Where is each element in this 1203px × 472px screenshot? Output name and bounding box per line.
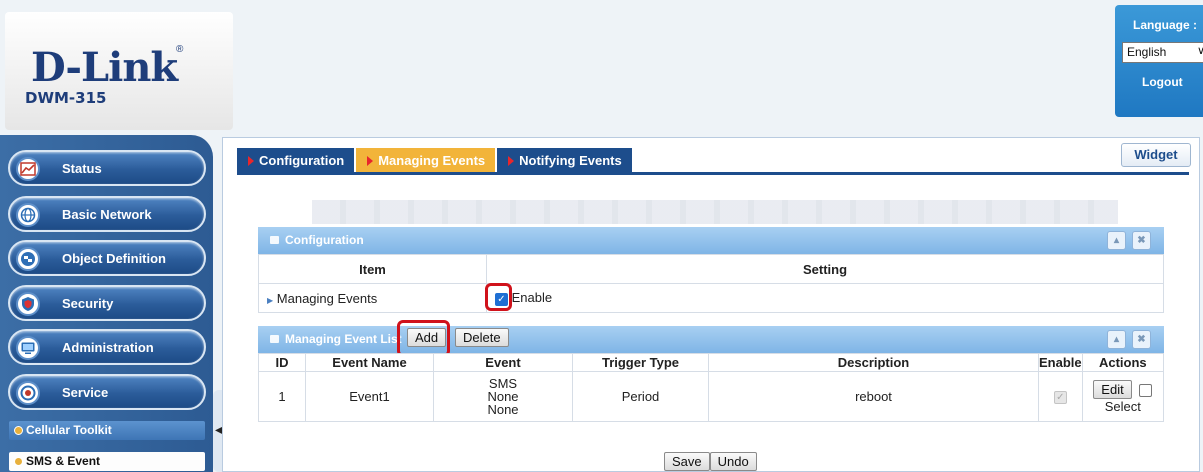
description-cell: reboot [708,371,1039,422]
tab-label: Managing Events [378,153,486,168]
object-icon [16,247,40,271]
highlight-box [397,320,450,357]
arrow-icon: ▶ [267,295,274,305]
save-button[interactable]: Save [664,452,710,471]
table-header-row: ID Event Name Event Trigger Type Descrip… [258,353,1165,372]
column-header: Item [258,254,487,284]
trigger-type-cell: Period [572,371,709,422]
undo-button[interactable]: Undo [709,452,757,471]
enable-cell: ✓ [1038,371,1083,422]
event-list-panel-header: Managing Event List Add Delete ▴ ✖ [258,326,1164,353]
tab-bar: Configuration Managing Events Notifying … [237,148,634,172]
delete-button[interactable]: Delete [455,328,509,347]
brand-logo: D-Link [31,44,178,91]
chevron-down-icon: ∨ [1196,45,1203,57]
item-cell: ▶ Managing Events [258,283,487,313]
panel-icon [270,236,279,244]
sidebar-item-label: Administration [62,340,154,355]
close-icon[interactable]: ✖ [1132,330,1151,349]
column-header: Event [433,353,573,372]
tab-arrow-icon [248,156,254,166]
column-header: Actions [1081,353,1165,372]
column-header: ID [258,353,306,372]
language-label: Language : [1132,18,1197,32]
panel-title: Configuration [285,233,364,247]
event-type: None [487,402,519,417]
column-header: Trigger Type [572,353,709,372]
column-header: Setting [486,254,1164,284]
shield-icon [16,292,40,316]
blurred-region [312,200,1118,224]
event-list-table: ID Event Name Event Trigger Type Descrip… [258,353,1165,422]
language-select[interactable]: English ∨ [1122,42,1203,63]
tab-arrow-icon [508,156,515,166]
tab-arrow-icon [367,156,374,166]
admin-icon [16,336,40,360]
sidebar-item-status[interactable]: Status [8,150,206,186]
table-row: ▶ Managing Events ✓ Enable [258,283,1164,313]
service-icon [16,381,40,405]
panel-title: Managing Event List [285,332,402,346]
chart-icon [16,157,40,181]
sidebar-item-administration[interactable]: Administration [8,329,206,365]
minimize-icon[interactable]: ▴ [1107,330,1126,349]
sidebar-item-basic-network[interactable]: Basic Network [8,196,206,232]
sidebar-item-label: Object Definition [62,251,166,266]
configuration-panel-header: Configuration ▴ ✖ [258,227,1164,254]
registered-mark: ® [176,44,184,55]
tab-managing-events[interactable]: Managing Events [356,148,496,172]
configuration-table: Item Setting ▶ Managing Events ✓ Enable [258,254,1164,313]
bullet-icon [14,457,23,466]
tab-notifying-events[interactable]: Notifying Events [497,148,632,172]
column-header: Enable [1038,353,1083,372]
globe-icon [16,203,40,227]
language-panel: Language : English ∨ Logout [1115,5,1203,117]
close-icon[interactable]: ✖ [1132,231,1151,250]
bullet-icon [14,426,23,435]
tab-label: Configuration [259,153,345,168]
save-bar: Save Undo [664,452,757,471]
sidebar-item-label: Basic Network [62,207,152,222]
language-selected-value: English [1127,45,1167,59]
highlight-box [485,283,512,311]
select-label: Select [1104,398,1141,414]
sidebar-item-service[interactable]: Service [8,374,206,410]
sidebar-item-label: Security [62,296,114,311]
sidebar-subitem-cellular-toolkit[interactable]: Cellular Toolkit [9,421,205,440]
sidebar-item-label: Status [62,161,102,176]
tab-underline [237,172,1189,175]
id-cell: 1 [258,371,306,422]
enable-label: Enable [511,290,553,306]
sidebar-item-object-definition[interactable]: Object Definition [8,240,206,276]
event-cell: SMS None None [433,371,573,422]
actions-cell: Edit Select [1081,371,1165,422]
select-checkbox[interactable] [1139,383,1153,397]
sidebar-subitem-label: Cellular Toolkit [26,423,112,437]
minimize-icon[interactable]: ▴ [1107,231,1126,250]
table-row: 1 Event1 SMS None None Period reboot ✓ E… [258,371,1165,422]
panel-icon [270,335,279,343]
tab-configuration[interactable]: Configuration [237,148,355,172]
event-name-cell: Event1 [305,371,434,422]
edit-button[interactable]: Edit [1093,379,1132,399]
sidebar-subitem-label: SMS & Event [26,454,101,468]
column-header: Event Name [305,353,434,372]
sidebar-item-security[interactable]: Security [8,285,206,321]
logout-link[interactable]: Logout [1142,75,1183,89]
setting-cell: ✓ Enable [486,283,1164,313]
column-header: Description [708,353,1039,372]
item-label: Managing Events [276,290,378,306]
model-name: DWM-315 [25,89,107,107]
widget-button[interactable]: Widget [1121,143,1191,167]
sidebar-subitem-sms-event[interactable]: SMS & Event [9,452,205,471]
tab-label: Notifying Events [519,153,622,168]
row-enable-checkbox: ✓ [1053,391,1067,405]
sidebar-item-label: Service [62,385,109,400]
